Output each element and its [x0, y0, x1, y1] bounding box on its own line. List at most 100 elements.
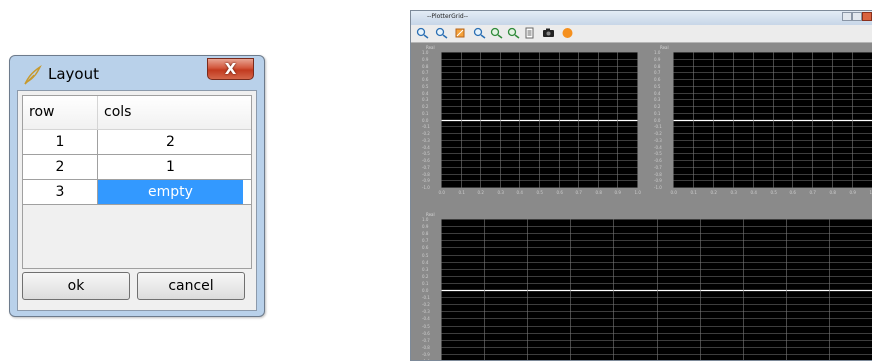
y-tick-label: -0.8: [422, 171, 430, 177]
x-tick-label: 0.6: [556, 190, 563, 195]
y-tick-label: 0.8: [654, 63, 661, 69]
cell-row[interactable]: 1: [23, 130, 98, 154]
x-tick-label: 0.6: [789, 190, 796, 195]
layout-table: row cols 1 2 2 1 3 empty: [22, 95, 252, 269]
y-tick-label: 0.7: [422, 237, 429, 243]
x-tick-label: 0.7: [575, 190, 582, 195]
y-tick-label: -0.8: [654, 171, 662, 177]
x-tick-label: 0.4: [750, 190, 757, 195]
record-icon[interactable]: [561, 27, 574, 39]
y-tick-label: 0.8: [422, 230, 429, 236]
y-tick-label: 0.3: [654, 96, 661, 102]
cell-cols[interactable]: 2: [98, 130, 243, 154]
reset-zoom-icon[interactable]: [507, 27, 520, 39]
cell-cols[interactable]: 1: [98, 155, 243, 179]
y-tick-label: -0.7: [422, 337, 430, 343]
y-tick-label: 0.1: [422, 280, 429, 286]
plotter-title: --PlotterGrid--: [427, 13, 469, 20]
x-tick-label: 0.4: [516, 190, 523, 195]
plotter-toolbar: [411, 25, 872, 43]
header-cols[interactable]: cols: [98, 96, 243, 129]
y-tick-label: -0.2: [654, 130, 662, 136]
cell-row[interactable]: 2: [23, 155, 98, 179]
ok-button[interactable]: ok: [22, 272, 130, 300]
y-tick-label: 0.9: [422, 223, 429, 229]
y-tick-label: 0.2: [422, 273, 429, 279]
plot-area[interactable]: [673, 52, 872, 188]
plotter-titlebar[interactable]: --PlotterGrid--: [411, 11, 872, 25]
x-tick-label: 0.8: [829, 190, 836, 195]
x-tick-label: 0.2: [710, 190, 717, 195]
table-row[interactable]: 1 2: [23, 130, 251, 155]
y-tick-label: -0.9: [422, 177, 430, 183]
table-row[interactable]: 3 empty: [23, 180, 251, 205]
y-tick-label: 0.2: [654, 103, 661, 109]
y-tick-label: -0.4: [654, 144, 662, 150]
plotter-window: --PlotterGrid-- Real Real Real 1.0 0.9 0.8…: [410, 10, 872, 361]
layout-dialog: Layout X row cols 1 2 2 1 3 empty ok can: [9, 55, 265, 317]
y-tick-label: 0.4: [654, 90, 661, 96]
y-tick-label: 0.1: [654, 110, 661, 116]
x-tick-label: 0.5: [770, 190, 777, 195]
zoom-x-icon[interactable]: [473, 27, 486, 39]
x-tick-label: 0.9: [614, 190, 621, 195]
plot-area[interactable]: [441, 219, 872, 361]
x-tick-label: 0.2: [477, 190, 484, 195]
y-tick-label: 1.0: [422, 216, 429, 222]
y-tick-label: 0.0: [422, 117, 429, 123]
y-tick-label: 0.5: [654, 83, 661, 89]
y-tick-label: -0.4: [422, 315, 430, 321]
x-tick-label: 0.0: [438, 190, 445, 195]
y-tick-label: -0.5: [422, 150, 430, 156]
y-tick-label: 0.0: [654, 117, 661, 123]
y-tick-label: -0.1: [654, 123, 662, 129]
window-close-button[interactable]: [862, 12, 872, 21]
x-tick-label: 0.3: [730, 190, 737, 195]
cell-row[interactable]: 3: [23, 180, 98, 204]
y-tick-label: 0.2: [422, 103, 429, 109]
x-tick-label: 0.0: [670, 190, 677, 195]
y-tick-label: 0.7: [654, 69, 661, 75]
close-button[interactable]: X: [207, 58, 254, 80]
document-icon[interactable]: [523, 27, 536, 39]
fit-icon[interactable]: [454, 27, 467, 39]
zoom-in-icon[interactable]: [416, 27, 429, 39]
maximize-button[interactable]: [852, 12, 862, 21]
y-tick-label: -0.3: [422, 308, 430, 314]
y-tick-label: -0.4: [422, 144, 430, 150]
dialog-titlebar[interactable]: Layout X: [10, 56, 264, 90]
y-tick-label: -0.6: [654, 157, 662, 163]
y-tick-label: -0.9: [654, 177, 662, 183]
table-header: row cols: [23, 96, 251, 130]
y-tick-label: 0.1: [422, 110, 429, 116]
y-tick-label: -0.9: [422, 351, 430, 357]
minimize-button[interactable]: [842, 12, 852, 21]
y-tick-label: -1.0: [654, 184, 662, 190]
table-row[interactable]: 2 1: [23, 155, 251, 180]
plot-area[interactable]: [441, 52, 638, 188]
dialog-title: Layout: [48, 65, 99, 83]
y-tick-label: 1.0: [654, 49, 661, 55]
y-tick-label: 0.9: [422, 56, 429, 62]
y-tick-label: 0.7: [422, 69, 429, 75]
x-tick-label: 0.1: [458, 190, 465, 195]
y-tick-label: -0.8: [422, 344, 430, 350]
x-tick-label: 0.3: [497, 190, 504, 195]
zoom-y-icon[interactable]: [490, 27, 503, 39]
header-row[interactable]: row: [23, 96, 98, 129]
y-tick-label: -0.5: [422, 323, 430, 329]
cancel-button[interactable]: cancel: [137, 272, 245, 300]
camera-icon[interactable]: [542, 27, 555, 39]
y-tick-label: -0.7: [422, 164, 430, 170]
zoom-out-icon[interactable]: [435, 27, 448, 39]
cell-cols-selected[interactable]: empty: [98, 180, 243, 204]
x-tick-label: 0.7: [809, 190, 816, 195]
y-tick-label: 0.3: [422, 96, 429, 102]
x-tick-label: 1.0: [634, 190, 641, 195]
y-tick-label: -0.1: [422, 294, 430, 300]
y-tick-label: -1.0: [422, 184, 430, 190]
close-icon: X: [224, 60, 237, 78]
y-tick-label: -0.3: [422, 137, 430, 143]
dialog-body: row cols 1 2 2 1 3 empty ok cancel: [17, 90, 257, 311]
x-tick-label: 0.8: [595, 190, 602, 195]
